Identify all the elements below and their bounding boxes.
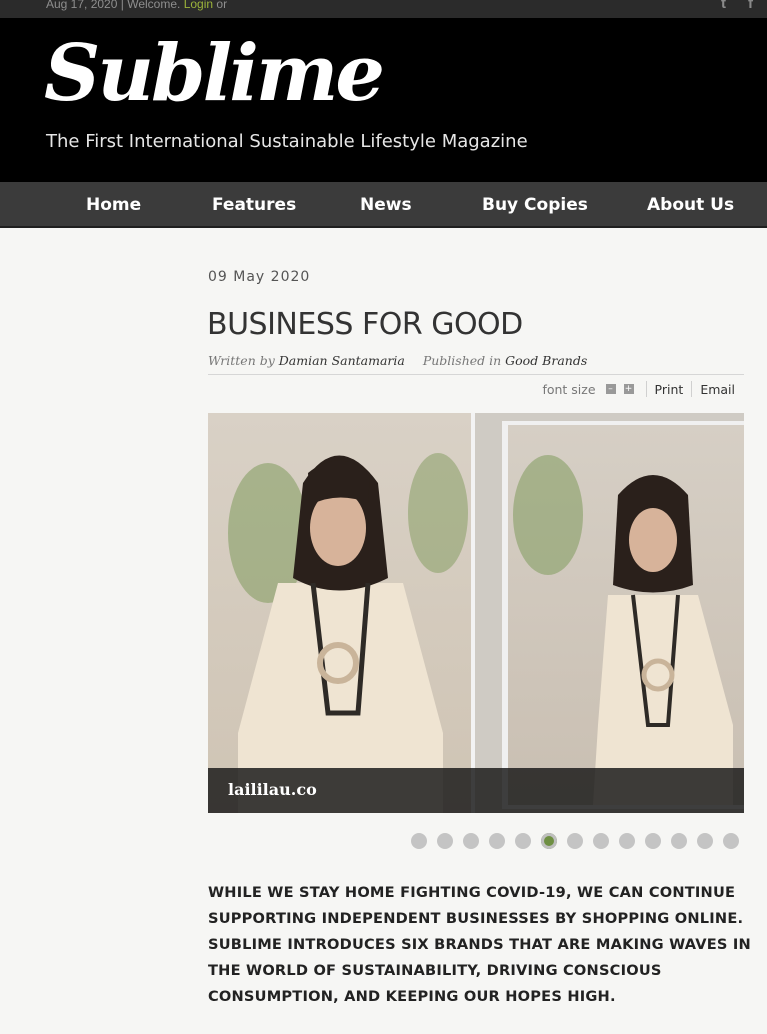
gallery-dot[interactable] bbox=[671, 833, 687, 849]
gallery-caption-text: laililau.co bbox=[228, 780, 317, 799]
author-name[interactable]: Damian Santamaria bbox=[279, 353, 405, 368]
gallery-dot[interactable] bbox=[411, 833, 427, 849]
gallery-dot[interactable] bbox=[515, 833, 531, 849]
article-byline: Written by Damian Santamaria Published i… bbox=[208, 353, 744, 375]
welcome-text: Welcome. bbox=[127, 0, 181, 11]
article-lead: WHILE WE STAY HOME FIGHTING COVID-19, WE… bbox=[208, 884, 751, 1005]
tools-divider bbox=[645, 381, 647, 397]
published-in-label: Published in bbox=[422, 353, 502, 368]
facebook-icon[interactable]: f bbox=[748, 0, 753, 11]
meta-separator: | bbox=[120, 0, 124, 11]
category-link[interactable]: Good Brands bbox=[505, 353, 587, 368]
gallery-caption: laililau.co bbox=[208, 768, 744, 813]
font-size-label: font size bbox=[542, 381, 596, 397]
top-bar: Aug 17, 2020 | Welcome. Login or t f bbox=[0, 0, 767, 18]
current-date: Aug 17, 2020 bbox=[46, 0, 118, 11]
nav-item-buy-copies[interactable]: Buy Copies bbox=[482, 195, 588, 215]
gallery-dot[interactable] bbox=[567, 833, 583, 849]
gallery-dot-active[interactable] bbox=[541, 833, 557, 849]
article-date: 09 May 2020 bbox=[208, 269, 311, 285]
written-by-label: Written by bbox=[208, 353, 275, 368]
gallery-dot[interactable] bbox=[619, 833, 635, 849]
font-increase-button[interactable]: + bbox=[623, 384, 634, 394]
gallery-photo-left bbox=[208, 413, 471, 813]
tools-divider bbox=[691, 381, 693, 397]
email-link[interactable]: Email bbox=[700, 382, 735, 397]
gallery-dot[interactable] bbox=[697, 833, 713, 849]
or-text: or bbox=[216, 0, 228, 11]
main-nav: Home Features News Buy Copies About Us bbox=[0, 182, 767, 228]
social-links: t f bbox=[721, 0, 753, 11]
gallery-dot[interactable] bbox=[645, 833, 661, 849]
nav-item-features[interactable]: Features bbox=[212, 195, 296, 215]
gallery-dot[interactable] bbox=[437, 833, 453, 849]
gallery-pagination bbox=[411, 833, 739, 849]
gallery-dot[interactable] bbox=[593, 833, 609, 849]
masthead: Sublime The First International Sustaina… bbox=[0, 18, 767, 182]
gallery-dot[interactable] bbox=[489, 833, 505, 849]
nav-item-about-us[interactable]: About Us bbox=[647, 195, 734, 215]
image-gallery[interactable]: laililau.co bbox=[208, 413, 744, 813]
font-decrease-button[interactable]: – bbox=[605, 384, 616, 394]
top-bar-meta: Aug 17, 2020 | Welcome. Login or bbox=[46, 0, 227, 11]
gallery-photo-right bbox=[508, 425, 744, 805]
gallery-dot[interactable] bbox=[723, 833, 739, 849]
login-link[interactable]: Login bbox=[184, 0, 213, 11]
gallery-dot[interactable] bbox=[463, 833, 479, 849]
twitter-icon[interactable]: t bbox=[721, 0, 726, 11]
site-logo[interactable]: Sublime bbox=[44, 26, 385, 122]
nav-item-news[interactable]: News bbox=[360, 195, 412, 215]
nav-item-home[interactable]: Home bbox=[86, 195, 141, 215]
print-link[interactable]: Print bbox=[655, 382, 684, 397]
article-tools: font size – + Print Email bbox=[542, 381, 735, 397]
site-tagline: The First International Sustainable Life… bbox=[46, 131, 528, 152]
gallery-divider bbox=[471, 413, 475, 813]
article-title: BUSINESS FOR GOOD bbox=[207, 307, 523, 342]
